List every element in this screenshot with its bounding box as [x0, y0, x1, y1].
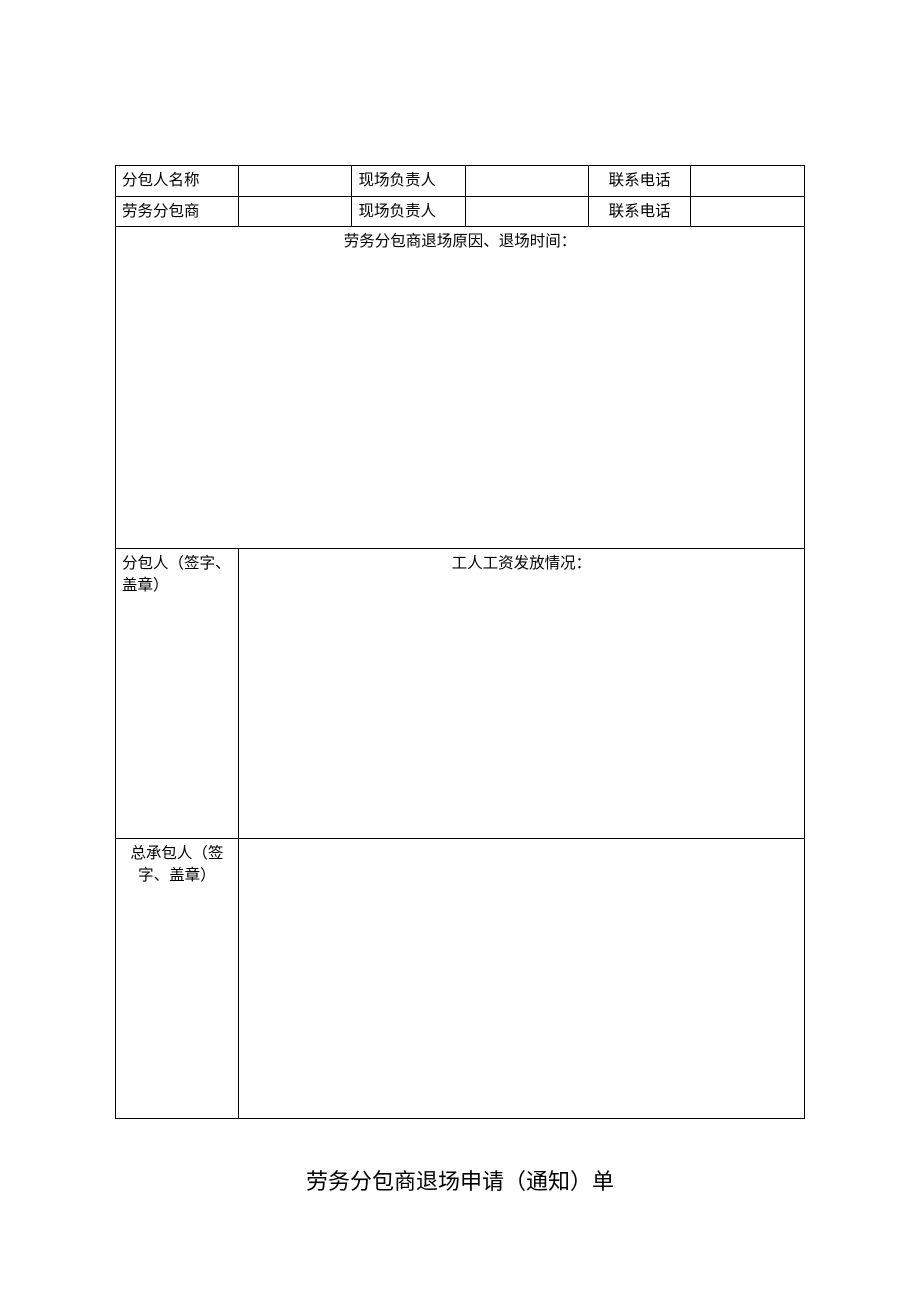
- value-phone-1: [691, 166, 805, 197]
- row-exit-reason: 劳务分包商退场原因、退场时间：: [116, 227, 805, 549]
- value-labor-subcontractor: [238, 196, 352, 227]
- label-phone-1: 联系电话: [588, 166, 690, 197]
- value-subcontractor-name: [238, 166, 352, 197]
- row-general-contractor: 总承包人（签字、盖章）: [116, 839, 805, 1119]
- heading-wage-status: 工人工资发放情况：: [245, 553, 798, 575]
- label-subcontractor-name: 分包人名称: [116, 166, 239, 197]
- value-site-manager-2: [466, 196, 589, 227]
- cell-general-contractor: [238, 839, 804, 1119]
- cell-exit-reason: 劳务分包商退场原因、退场时间：: [116, 227, 805, 549]
- footer-title: 劳务分包商退场申请（通知）单: [115, 1164, 805, 1196]
- label-subcontractor-sign: 分包人（签字、盖章）: [116, 549, 239, 839]
- label-general-contractor-sign: 总承包人（签字、盖章）: [116, 839, 239, 1119]
- heading-exit-reason: 劳务分包商退场原因、退场时间：: [122, 231, 798, 253]
- form-table: 分包人名称 现场负责人 联系电话 劳务分包商 现场负责人 联系电话 劳务分包商退…: [115, 165, 805, 1119]
- label-phone-2: 联系电话: [588, 196, 690, 227]
- cell-wage-status: 工人工资发放情况：: [238, 549, 804, 839]
- label-site-manager-2: 现场负责人: [352, 196, 466, 227]
- row-labor-subcontractor: 劳务分包商 现场负责人 联系电话: [116, 196, 805, 227]
- row-subcontractor-name: 分包人名称 现场负责人 联系电话: [116, 166, 805, 197]
- label-labor-subcontractor: 劳务分包商: [116, 196, 239, 227]
- value-phone-2: [691, 196, 805, 227]
- value-site-manager-1: [466, 166, 589, 197]
- row-wage-status: 分包人（签字、盖章） 工人工资发放情况：: [116, 549, 805, 839]
- label-site-manager-1: 现场负责人: [352, 166, 466, 197]
